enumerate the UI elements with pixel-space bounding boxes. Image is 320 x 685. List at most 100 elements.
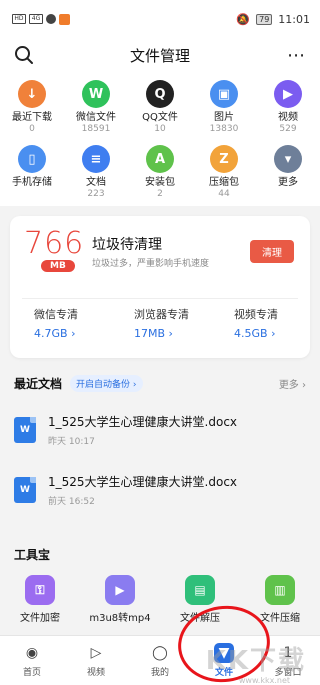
status-bar: HD 4G 🔕 79 11:01 [0,0,320,38]
category-count: 10 [154,124,166,134]
more-options-icon[interactable]: ⋯ [287,45,306,66]
cleanup-subtitle: 垃圾过多，严重影响手机速度 [92,259,210,269]
home-icon: ◉ [25,645,39,661]
word-doc-icon: W [14,477,36,503]
nav-tab[interactable]: ▼ 文件 [192,636,256,685]
video-clean-item[interactable]: 视频专清 4.5GB › [210,306,310,340]
search-icon[interactable] [14,45,34,65]
category-label: 压缩包 [209,177,239,188]
bottom-nav: ◉ 首页 ▷ 视频 ◯ 我的 ▼ 文件 1 多窗口 [0,635,320,685]
category-label: 安装包 [145,177,175,188]
category-label: 更多 [278,177,298,188]
video-tab-icon: ▷ [90,645,102,661]
clean-item-size: 4.5GB › [234,327,276,340]
category-item[interactable]: ≡ 文档 223 [64,145,128,200]
status-icons-left: HD 4G [12,13,70,25]
tool-label: m3u8转mp4 [89,613,151,624]
category-label: 视频 [278,112,298,123]
lock-icon: ⚿ [25,575,55,605]
auto-backup-button[interactable]: 开启自动备份 › [70,374,143,392]
archive-icon: Z [210,145,238,173]
category-item[interactable]: W 微信文件 18591 [64,80,128,135]
nav-label: 文件 [214,668,233,678]
tool-label: 文件压缩 [260,613,300,624]
clean-button[interactable]: 清理 [250,240,294,263]
category-item[interactable]: Q QQ文件 10 [128,80,192,135]
doc-list-item[interactable]: W 1_525大学生心理健康大讲堂.docx 昨天 10:17 [0,404,320,456]
cleanup-card[interactable]: 766 MB 垃圾待清理 垃圾过多，严重影响手机速度 清理 微信专清 4.7GB… [10,216,310,358]
category-item[interactable]: ▯ 手机存储 [0,145,64,200]
browser-clean-item[interactable]: 浏览器专清 17MB › [110,306,210,340]
qq-icon: Q [146,80,174,108]
chevron-right-icon: › [71,327,76,340]
nav-tab[interactable]: ◉ 首页 [0,636,64,685]
category-label: 文档 [86,177,106,188]
network-type-icon: HD [12,14,26,24]
compress-icon: ▥ [265,575,295,605]
doc-list-item[interactable]: W 1_525大学生心理健康大讲堂.docx 前天 16:52 [0,464,320,516]
category-count: 223 [87,189,105,199]
category-item[interactable]: ↓ 最近下载 0 [0,80,64,135]
clean-item-name: 浏览器专清 [134,308,189,321]
category-item[interactable]: ▾ 更多 [256,145,320,200]
app-notification-icon [59,13,70,25]
category-item[interactable]: A 安装包 2 [128,145,192,200]
battery-icon: 79 [256,13,273,25]
junk-unit-badge: MB [41,260,75,272]
more-docs-link[interactable]: 更多 › [279,376,306,391]
phone-storage-icon: ▯ [18,145,46,173]
doc-name: 1_525大学生心理健康大讲堂.docx [48,415,238,429]
category-grid: ↓ 最近下载 0 W 微信文件 18591 Q QQ文件 10 ▣ 图片 13830 ▶ 视频 529 ▯ 手机… [0,80,320,200]
nav-label: 我的 [150,668,169,678]
special-clean-list: 微信专清 4.7GB › 浏览器专清 17MB › 视频专清 4.5GB › [10,306,310,340]
nav-label: 首页 [22,668,41,678]
mute-bell-icon: 🔕 [236,12,251,26]
more-icon: ▾ [274,145,302,173]
nav-tab[interactable]: ▷ 视频 [64,636,128,685]
notification-icon [46,14,56,24]
category-count: 2 [157,189,163,199]
category-count: 44 [218,189,230,199]
tools-row: ⚿ 文件加密 ▶ m3u8转mp4 ▤ 文件解压 ▥ 文件压缩 [0,575,320,624]
doc-time: 昨天 10:17 [48,437,95,447]
nav-label: 多窗口 [274,668,302,678]
tool-item[interactable]: ⚿ 文件加密 [0,575,80,624]
category-item[interactable]: ▣ 图片 13830 [192,80,256,135]
category-label: 图片 [214,112,234,123]
apk-icon: A [146,145,174,173]
app-header: 文件管理 ⋯ [0,38,320,72]
download-icon: ↓ [18,80,46,108]
wechat-clean-item[interactable]: 微信专清 4.7GB › [10,306,110,340]
clean-item-size: 4.7GB › [34,327,76,340]
category-item[interactable]: ▶ 视频 529 [256,80,320,135]
profile-icon: ◯ [152,645,168,661]
junk-amount: 766 [24,226,85,261]
category-count: 13830 [209,124,239,134]
category-count: 18591 [81,124,111,134]
tool-item[interactable]: ▶ m3u8转mp4 [80,575,160,624]
category-item[interactable]: Z 压缩包 44 [192,145,256,200]
page-title: 文件管理 [129,46,190,65]
recent-docs-title: 最近文档 [14,376,63,391]
video-convert-icon: ▶ [105,575,135,605]
category-label: 最近下载 [12,112,52,123]
category-label: 手机存储 [12,177,52,188]
category-count: 0 [29,124,35,134]
file-tab-icon: ▼ [214,643,234,663]
category-count: 529 [279,124,297,134]
nav-label: 视频 [86,668,105,678]
recent-docs-header: 最近文档 开启自动备份 › 更多 › [0,370,320,396]
status-icons-right: 🔕 79 11:01 [236,13,310,26]
tool-item[interactable]: ▤ 文件解压 [160,575,240,624]
tool-item[interactable]: ▥ 文件压缩 [240,575,320,624]
tools-section: 工具宝 ⚿ 文件加密 ▶ m3u8转mp4 ▤ 文件解压 ▥ 文件压缩 [0,546,320,624]
image-icon: ▣ [210,80,238,108]
tool-label: 文件加密 [20,613,60,624]
tool-label: 文件解压 [180,613,220,624]
nav-tab[interactable]: ◯ 我的 [128,636,192,685]
clean-item-size: 17MB › [134,327,173,340]
nav-tab[interactable]: 1 多窗口 [256,636,320,685]
chevron-right-icon: › [271,327,276,340]
signal-icon: 4G [29,14,43,24]
doc-time: 前天 16:52 [48,497,95,507]
